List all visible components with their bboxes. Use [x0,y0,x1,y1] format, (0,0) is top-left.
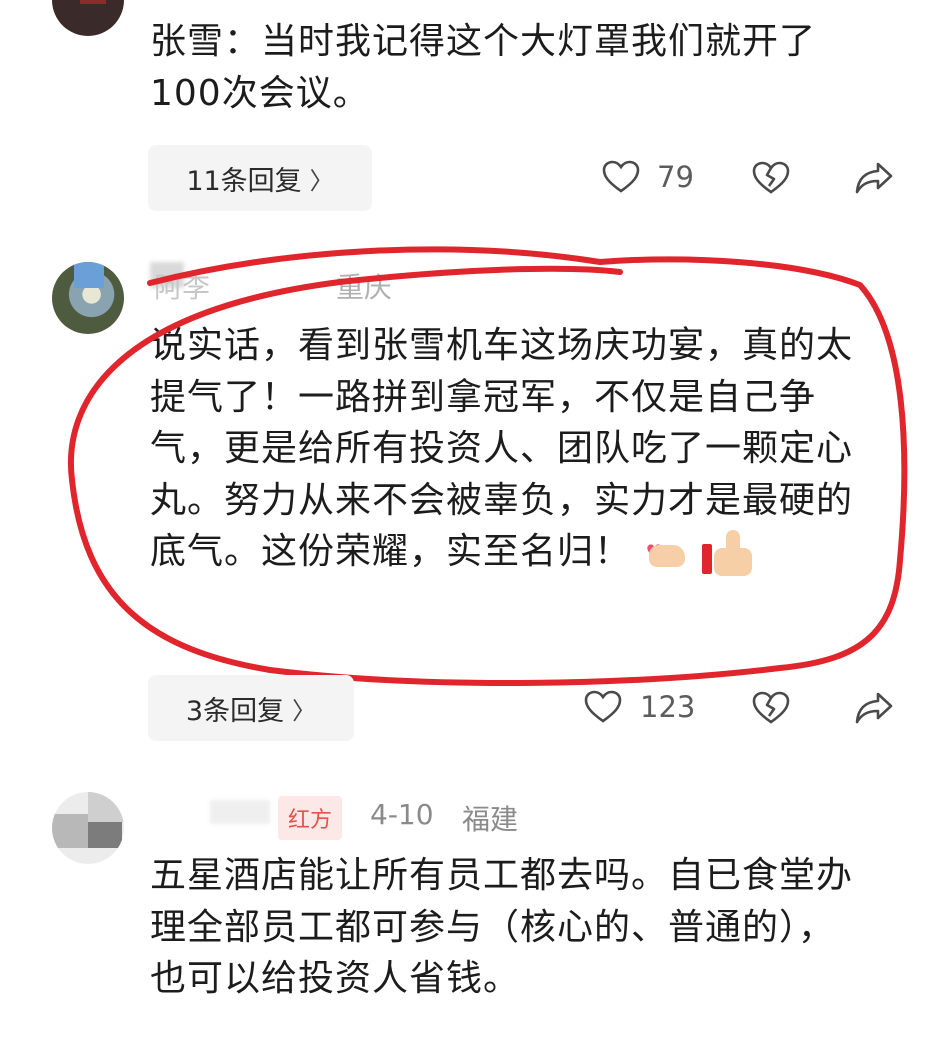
comment-header-cut: ▁▁▁▁▁▁▁ ▁▁▁ [150,0,510,6]
heart-icon[interactable] [602,160,640,194]
like-count: 79 [657,160,694,194]
view-replies-button[interactable]: 11条回复 〉 [148,145,372,211]
comment-text: 五星酒店能让所有员工都去吗。自已食堂办理全部员工都可参与（核心的、普通的），也可… [150,855,854,1000]
author-name-blurred[interactable] [210,800,270,824]
comment-date: 4-10 [370,798,434,831]
user-badge: 红方 [278,796,343,840]
share-icon[interactable] [854,690,894,726]
dislike-icon[interactable] [752,160,790,196]
avatar[interactable] [52,262,124,334]
chevron-right-icon: 〉 [292,696,317,725]
reply-count-label: 3条回复 [185,695,285,727]
thumbs-up-emoji [701,530,758,577]
author-name[interactable]: 阿李 [154,266,210,306]
comment-text: 张雪：当时我记得这个大灯罩我们就开了100次会议。 [150,21,817,114]
chevron-right-icon: 〉 [309,166,334,195]
dislike-icon[interactable] [752,690,790,726]
share-icon[interactable] [854,160,894,196]
avatar[interactable] [52,0,124,36]
heart-icon[interactable] [584,690,622,724]
avatar[interactable] [52,792,124,864]
view-replies-button[interactable]: 3条回复 〉 [148,675,354,741]
heart-hands-emoji: ♥ [643,533,689,573]
comment-region: 福建 [462,803,519,836]
reply-count-label: 11条回复 [186,165,302,197]
like-count: 123 [640,690,696,724]
comment-region: 重庆 [336,271,393,304]
comment-text: 说实话，看到张雪机车这场庆功宴，真的太提气了！一路拼到拿冠军，不仅是自己争气，更… [150,320,868,578]
